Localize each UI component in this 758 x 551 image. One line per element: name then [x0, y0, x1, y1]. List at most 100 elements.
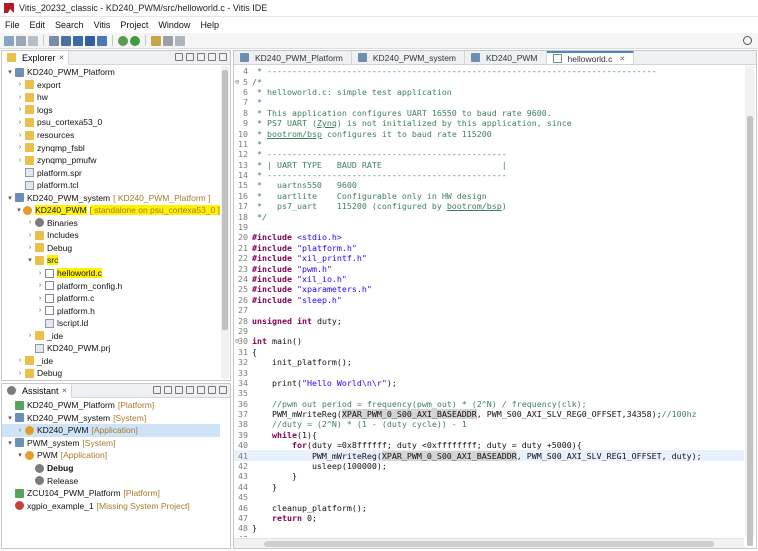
- assistant-item-debug[interactable]: Debug: [2, 462, 220, 475]
- tab-kd240-pwm-system[interactable]: KD240_PWM_system: [352, 51, 466, 64]
- expand-toggle-icon[interactable]: ›: [26, 244, 34, 251]
- code-line[interactable]: 27: [234, 305, 744, 315]
- explorer-item-logs[interactable]: › logs: [2, 104, 220, 117]
- code-line[interactable]: 49: [234, 534, 744, 537]
- menu-edit[interactable]: Edit: [25, 20, 51, 30]
- code-line[interactable]: 10 * bootrom/bsp configures it to baud r…: [234, 128, 744, 139]
- program-device-icon[interactable]: [61, 35, 71, 46]
- assistant-item-pwm[interactable]: ▾ PWM [Application]: [2, 449, 220, 462]
- expand-toggle-icon[interactable]: ›: [16, 81, 24, 88]
- code-line[interactable]: 37 PWM_mWriteReg(XPAR_PWM_0_S00_AXI_BASE…: [234, 409, 744, 420]
- expand-toggle-icon[interactable]: ›: [36, 307, 44, 314]
- expand-toggle-icon[interactable]: ▾: [16, 451, 24, 459]
- view-menu-icon[interactable]: [197, 386, 205, 394]
- code-line[interactable]: 26 #include "sleep.h": [234, 295, 744, 305]
- scrollbar-thumb[interactable]: [264, 541, 714, 547]
- expand-toggle-icon[interactable]: ›: [26, 219, 34, 226]
- menu-file[interactable]: File: [0, 20, 25, 30]
- code-line[interactable]: 7 *: [234, 97, 744, 107]
- explorer-item-lscript-ld[interactable]: lscript.ld: [2, 317, 220, 330]
- terminal-icon[interactable]: [85, 35, 95, 46]
- menu-project[interactable]: Project: [115, 20, 153, 30]
- view-menu-icon[interactable]: [197, 53, 205, 61]
- expand-toggle-icon[interactable]: ›: [36, 270, 44, 277]
- expand-toggle-icon[interactable]: ›: [16, 157, 24, 164]
- expand-toggle-icon[interactable]: ›: [16, 132, 24, 139]
- expand-toggle-icon[interactable]: ▾: [6, 194, 14, 202]
- assistant-item-kd240-pwm-system[interactable]: ▾ KD240_PWM_system [System]: [2, 412, 220, 425]
- tab-helloworld-c[interactable]: helloworld.c ✕: [546, 51, 635, 64]
- explorer-item-kd240-pwm[interactable]: ▾ KD240_PWM[ standalone on psu_cortexa53_…: [2, 204, 220, 217]
- expand-toggle-icon[interactable]: ›: [26, 232, 34, 239]
- code-line[interactable]: 12 * -----------------------------------…: [234, 149, 744, 159]
- launch-icon[interactable]: [97, 35, 107, 46]
- expand-toggle-icon[interactable]: ›: [16, 370, 24, 377]
- minimize-icon[interactable]: [208, 53, 216, 61]
- maximize-icon[interactable]: [219, 53, 227, 61]
- explorer-item-platform-config-h[interactable]: › platform_config.h: [2, 279, 220, 292]
- code-line[interactable]: 17 * ps7_uart 115200 (configured by boot…: [234, 201, 744, 211]
- explorer-item-export[interactable]: › export: [2, 79, 220, 92]
- assistant-item-zcu104-pwm-platform[interactable]: ZCU104_PWM_Platform [Platform]: [2, 487, 220, 500]
- expand-toggle-icon[interactable]: ›: [36, 282, 44, 289]
- explorer-item-psu-cortexa53-0[interactable]: › psu_cortexa53_0: [2, 116, 220, 129]
- code-line[interactable]: 9 * PS7 UART (Zynq) is not initialized b…: [234, 118, 744, 128]
- expand-toggle-icon[interactable]: ▾: [6, 68, 14, 76]
- code-line[interactable]: 24 #include "xil_io.h": [234, 274, 744, 284]
- save-icon[interactable]: [16, 35, 26, 46]
- explorer-item-platform-tcl[interactable]: platform.tcl: [2, 179, 220, 192]
- explorer-item-kd240-pwm-prj[interactable]: KD240_PWM.prj: [2, 342, 220, 355]
- code-line[interactable]: 43 }: [234, 471, 744, 481]
- explorer-item-platform-h[interactable]: › platform.h: [2, 304, 220, 317]
- scrollbar-thumb[interactable]: [222, 70, 228, 330]
- explorer-item-helloworld-c[interactable]: › helloworld.c: [2, 267, 220, 280]
- code-line[interactable]: 32 init_platform();: [234, 357, 744, 367]
- explorer-item-ide[interactable]: › _ide: [2, 355, 220, 368]
- tab-assistant[interactable]: Assistant ✕: [2, 383, 73, 398]
- code-editor[interactable]: 4 * ------------------------------------…: [234, 66, 744, 537]
- explorer-item-binaries[interactable]: › Binaries: [2, 217, 220, 230]
- explorer-item-platform-spr[interactable]: platform.spr: [2, 166, 220, 179]
- assistant-item-release[interactable]: Release: [2, 474, 220, 487]
- expand-toggle-icon[interactable]: ›: [16, 94, 24, 101]
- build-icon[interactable]: [73, 35, 83, 46]
- expand-toggle-icon[interactable]: ▾: [6, 439, 14, 447]
- scrollbar-thumb[interactable]: [747, 116, 753, 546]
- code-line[interactable]: 39 while(1){: [234, 430, 744, 440]
- code-line[interactable]: 23 #include "pwm.h": [234, 263, 744, 274]
- code-line[interactable]: 42 usleep(100000);: [234, 461, 744, 471]
- code-line[interactable]: 16 * uartlite Configurable only in HW de…: [234, 191, 744, 201]
- explorer-item-ide[interactable]: › _ide: [2, 329, 220, 342]
- run-icon[interactable]: [164, 386, 172, 394]
- settings-icon[interactable]: [49, 35, 59, 46]
- assistant-item-pwm-system[interactable]: ▾ PWM_system [System]: [2, 437, 220, 450]
- build-icon[interactable]: [153, 386, 161, 394]
- code-line[interactable]: 21 #include "platform.h": [234, 243, 744, 253]
- assistant-item-xgpio-example-1[interactable]: xgpio_example_1 [Missing System Project]: [2, 499, 220, 512]
- code-line[interactable]: 19: [234, 222, 744, 232]
- fold-toggle-icon[interactable]: ⊖: [235, 337, 239, 345]
- explorer-item-debug[interactable]: › Debug: [2, 367, 220, 380]
- code-line[interactable]: 40 for(duty =0x8ffffff; duty <0xffffffff…: [234, 440, 744, 450]
- code-line[interactable]: 45: [234, 492, 744, 502]
- code-line[interactable]: 38 //duty = (2^N) * (1 - (duty cycle)) -…: [234, 419, 744, 429]
- code-line[interactable]: 36 //pwm out period = frequency(pwm_out)…: [234, 399, 744, 409]
- code-line[interactable]: 4 * ------------------------------------…: [234, 66, 744, 76]
- expand-toggle-icon[interactable]: ›: [26, 332, 34, 339]
- explorer-item-zynqmp-fsbl[interactable]: › zynqmp_fsbl: [2, 141, 220, 154]
- run-icon[interactable]: [130, 35, 140, 46]
- expand-toggle-icon[interactable]: ›: [16, 144, 24, 151]
- explorer-item-hw[interactable]: › hw: [2, 91, 220, 104]
- explorer-item-debug[interactable]: › Debug: [2, 242, 220, 255]
- close-icon[interactable]: ✕: [62, 387, 68, 395]
- code-line[interactable]: 34 print("Hello World\n\r");: [234, 378, 744, 388]
- link-editor-icon[interactable]: [186, 53, 194, 61]
- code-line[interactable]: 35: [234, 388, 744, 398]
- collapse-all-icon[interactable]: [175, 53, 183, 61]
- editor-vertical-scrollbar[interactable]: [745, 66, 755, 546]
- tab-kd240-pwm-platform[interactable]: KD240_PWM_Platform: [234, 51, 352, 64]
- editor-horizontal-scrollbar[interactable]: [234, 538, 744, 548]
- expand-toggle-icon[interactable]: ▾: [26, 256, 34, 264]
- code-line[interactable]: ⊖ 5/*: [234, 76, 744, 87]
- code-line[interactable]: 47 return 0;: [234, 513, 744, 523]
